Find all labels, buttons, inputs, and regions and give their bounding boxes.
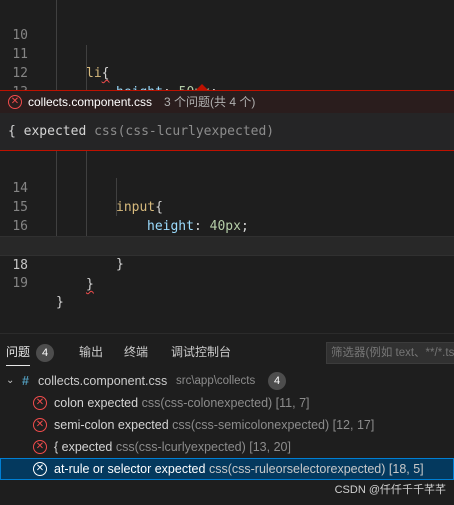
problem-position: [11, 7]: [275, 396, 310, 410]
error-icon: ✕: [33, 462, 47, 476]
code-line[interactable]: 13 line-height: 50px;: [0, 64, 454, 119]
line-number: 19: [12, 276, 28, 291]
code-line[interactable]: 16 width: 400px;: [0, 198, 454, 253]
peek-error-message: { expected css(css-lcurlyexpected): [0, 113, 454, 151]
problems-panel: 问题 4 输出 终端 调试控制台 ⌄ # collects.component.c…: [0, 333, 454, 505]
peek-arrow-icon: [196, 84, 208, 90]
code-line-current[interactable]: 18 }: [0, 236, 454, 292]
file-problem-count-badge: 4: [268, 372, 286, 390]
problem-message: semi-colon expected: [54, 418, 169, 432]
css-file-icon: #: [22, 374, 29, 388]
message-word: expected: [23, 124, 87, 139]
problem-message: { expected: [54, 440, 113, 454]
error-icon: ✕: [33, 418, 47, 432]
tab-label: 问题: [6, 345, 31, 359]
error-icon: ✕: [8, 95, 22, 109]
active-tab-underline: [6, 365, 30, 366]
problem-message: colon expected: [54, 396, 139, 410]
peek-problem-count: 3 个问题(共 4 个): [164, 95, 256, 109]
problem-row[interactable]: ✕ { expected css(css-lcurlyexpected) [13…: [0, 436, 454, 458]
code-line[interactable]: 19 }: [0, 255, 454, 310]
code-line[interactable]: 12 height: 50px;: [0, 45, 454, 100]
problem-row[interactable]: ✕ colon expected css(css-colonexpected) …: [0, 392, 454, 414]
error-icon: ✕: [33, 440, 47, 454]
problem-position: [18, 5]: [388, 462, 424, 476]
code-line[interactable]: 10: [0, 7, 454, 43]
problem-rule: css(css-semicolonexpected): [172, 418, 330, 432]
problem-rule: css(css-colonexpected): [141, 396, 273, 410]
file-name: collects.component.css: [38, 374, 168, 388]
tab-problems[interactable]: 问题 4: [6, 342, 55, 366]
problem-row[interactable]: ✕ semi-colon expected css(css-semicolone…: [0, 414, 454, 436]
tab-output[interactable]: 输出: [79, 342, 103, 362]
filter-input[interactable]: [326, 342, 454, 364]
code-line[interactable]: 17 }: [0, 217, 454, 272]
chevron-down-icon: ⌄: [6, 375, 15, 386]
problem-rule: css(css-ruleorselectorexpected): [208, 462, 386, 476]
error-icon: ✕: [33, 396, 47, 410]
message-brace: {: [8, 124, 16, 139]
code-line[interactable]: 14 input{: [0, 160, 454, 215]
close-brace: }: [56, 295, 64, 310]
tab-debug-console[interactable]: 调试控制台: [171, 342, 231, 362]
problem-rule: css(css-lcurlyexpected): [115, 440, 246, 454]
problem-position: [13, 20]: [249, 440, 291, 454]
problems-count-badge: 4: [36, 344, 55, 362]
code-line[interactable]: 11 li{: [0, 26, 454, 81]
problem-message: at-rule or selector expected: [54, 462, 206, 476]
tab-terminal[interactable]: 终端: [124, 342, 148, 362]
watermark: CSDN @仟仟千千芊芊: [334, 484, 446, 496]
code-line[interactable]: 15 height: 40px;: [0, 179, 454, 234]
peek-filename: collects.component.css: [28, 95, 153, 109]
message-rule: css(css-lcurlyexpected): [94, 124, 275, 139]
file-path: src\app\collects: [176, 375, 256, 387]
code-editor[interactable]: 10 11 li{ 12 height: 50px; 13 line-heigh…: [0, 0, 454, 333]
problem-position: [12, 17]: [332, 418, 375, 432]
close-brace: }: [86, 277, 94, 292]
problems-file-group[interactable]: ⌄ # collects.component.css src\app\colle…: [0, 370, 454, 392]
problem-row-selected[interactable]: ✕ at-rule or selector expected css(css-r…: [0, 458, 454, 480]
peek-error-header[interactable]: ✕ collects.component.css 3 个问题(共 4 个): [0, 84, 454, 113]
